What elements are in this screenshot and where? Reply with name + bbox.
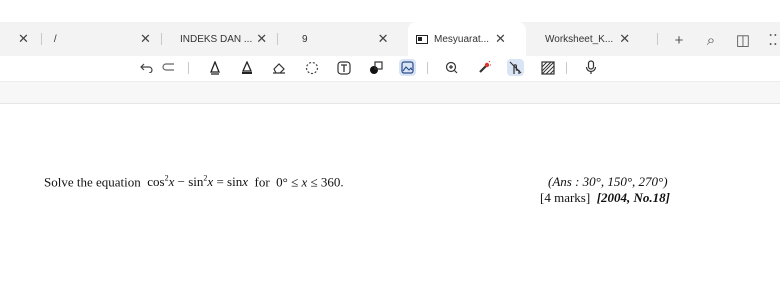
eraser-icon[interactable]: [270, 59, 287, 76]
microphone-icon[interactable]: [582, 59, 599, 76]
pattern-icon[interactable]: [539, 59, 556, 76]
document-page: Solve the equation cos2x − sin2x = sinx …: [0, 104, 780, 281]
tab-label: Mesyuarat...: [434, 33, 490, 45]
annotation-toolbar: [0, 56, 780, 81]
text-icon[interactable]: [335, 59, 352, 76]
undo-icon[interactable]: [138, 59, 155, 76]
page-icon: [416, 34, 428, 44]
zoom-icon[interactable]: [443, 59, 460, 76]
tab-separator: [277, 33, 279, 45]
laser-pointer-icon[interactable]: [475, 59, 492, 76]
tab-separator: [40, 33, 42, 45]
marks-line: [4 marks] [2004, No.18]: [540, 190, 670, 206]
new-tab-button[interactable]: +: [670, 31, 688, 49]
page-gap: [0, 81, 780, 104]
tab-close-icon[interactable]: ✕: [619, 31, 630, 47]
shapes-icon[interactable]: [367, 59, 384, 76]
tab-worksheet[interactable]: Worksheet_K... ✕: [545, 22, 645, 56]
question-text: Solve the equation cos2x − sin2x = sinx …: [44, 174, 344, 190]
search-icon[interactable]: ⌕: [702, 31, 720, 49]
source-reference: [2004, No.18]: [596, 190, 670, 205]
touch-writing-icon[interactable]: [507, 59, 524, 76]
eraser-stroke-icon[interactable]: [160, 59, 177, 76]
lasso-icon[interactable]: [303, 59, 320, 76]
toolbar-separator: [188, 62, 189, 74]
highlighter-icon[interactable]: [238, 59, 255, 76]
sidebar-icon[interactable]: ◫: [734, 31, 752, 49]
tab-label: 9: [302, 33, 308, 45]
tab-close-icon[interactable]: ✕: [18, 31, 29, 47]
range-end: 360.: [320, 174, 344, 190]
tab-close-icon[interactable]: ✕: [378, 31, 389, 47]
tab-mesyuarat[interactable]: Mesyuarat... ✕: [408, 22, 526, 56]
tab-close-icon[interactable]: ✕: [140, 31, 151, 47]
tab-close-icon[interactable]: ✕: [495, 31, 506, 47]
tab-1[interactable]: ✕ /: [18, 22, 78, 56]
question-for: for: [254, 174, 270, 190]
tab-label: INDEKS DAN ...: [180, 33, 253, 45]
tab-separator: [160, 33, 162, 45]
tab-indeks[interactable]: INDEKS DAN ... ✕: [180, 22, 280, 56]
image-icon[interactable]: [399, 59, 416, 76]
tab-close-icon[interactable]: ✕: [256, 31, 267, 47]
equation: cos2x − sin2x = sinx: [147, 174, 248, 190]
tab-label: Worksheet_K...: [545, 33, 614, 45]
answer-text: (Ans : 30°, 150°, 270°): [548, 174, 668, 189]
toolbar-separator: [566, 62, 567, 74]
tab-9[interactable]: 9 ✕: [302, 22, 402, 56]
browser-tab-bar: ✕ / ✕ INDEKS DAN ... ✕ 9 ✕ Mesyuarat... …: [0, 22, 780, 56]
pen-icon[interactable]: [206, 59, 223, 76]
toolbar-separator: [427, 62, 428, 74]
range-start: 0°: [276, 174, 288, 190]
more-icon[interactable]: ⁚⁚: [764, 31, 780, 49]
marks-text: [4 marks]: [540, 190, 591, 205]
question-prefix: Solve the equation: [44, 174, 141, 190]
tab-separator: [657, 33, 658, 45]
tab-label: /: [53, 33, 57, 45]
tab-2[interactable]: ✕: [140, 22, 170, 56]
